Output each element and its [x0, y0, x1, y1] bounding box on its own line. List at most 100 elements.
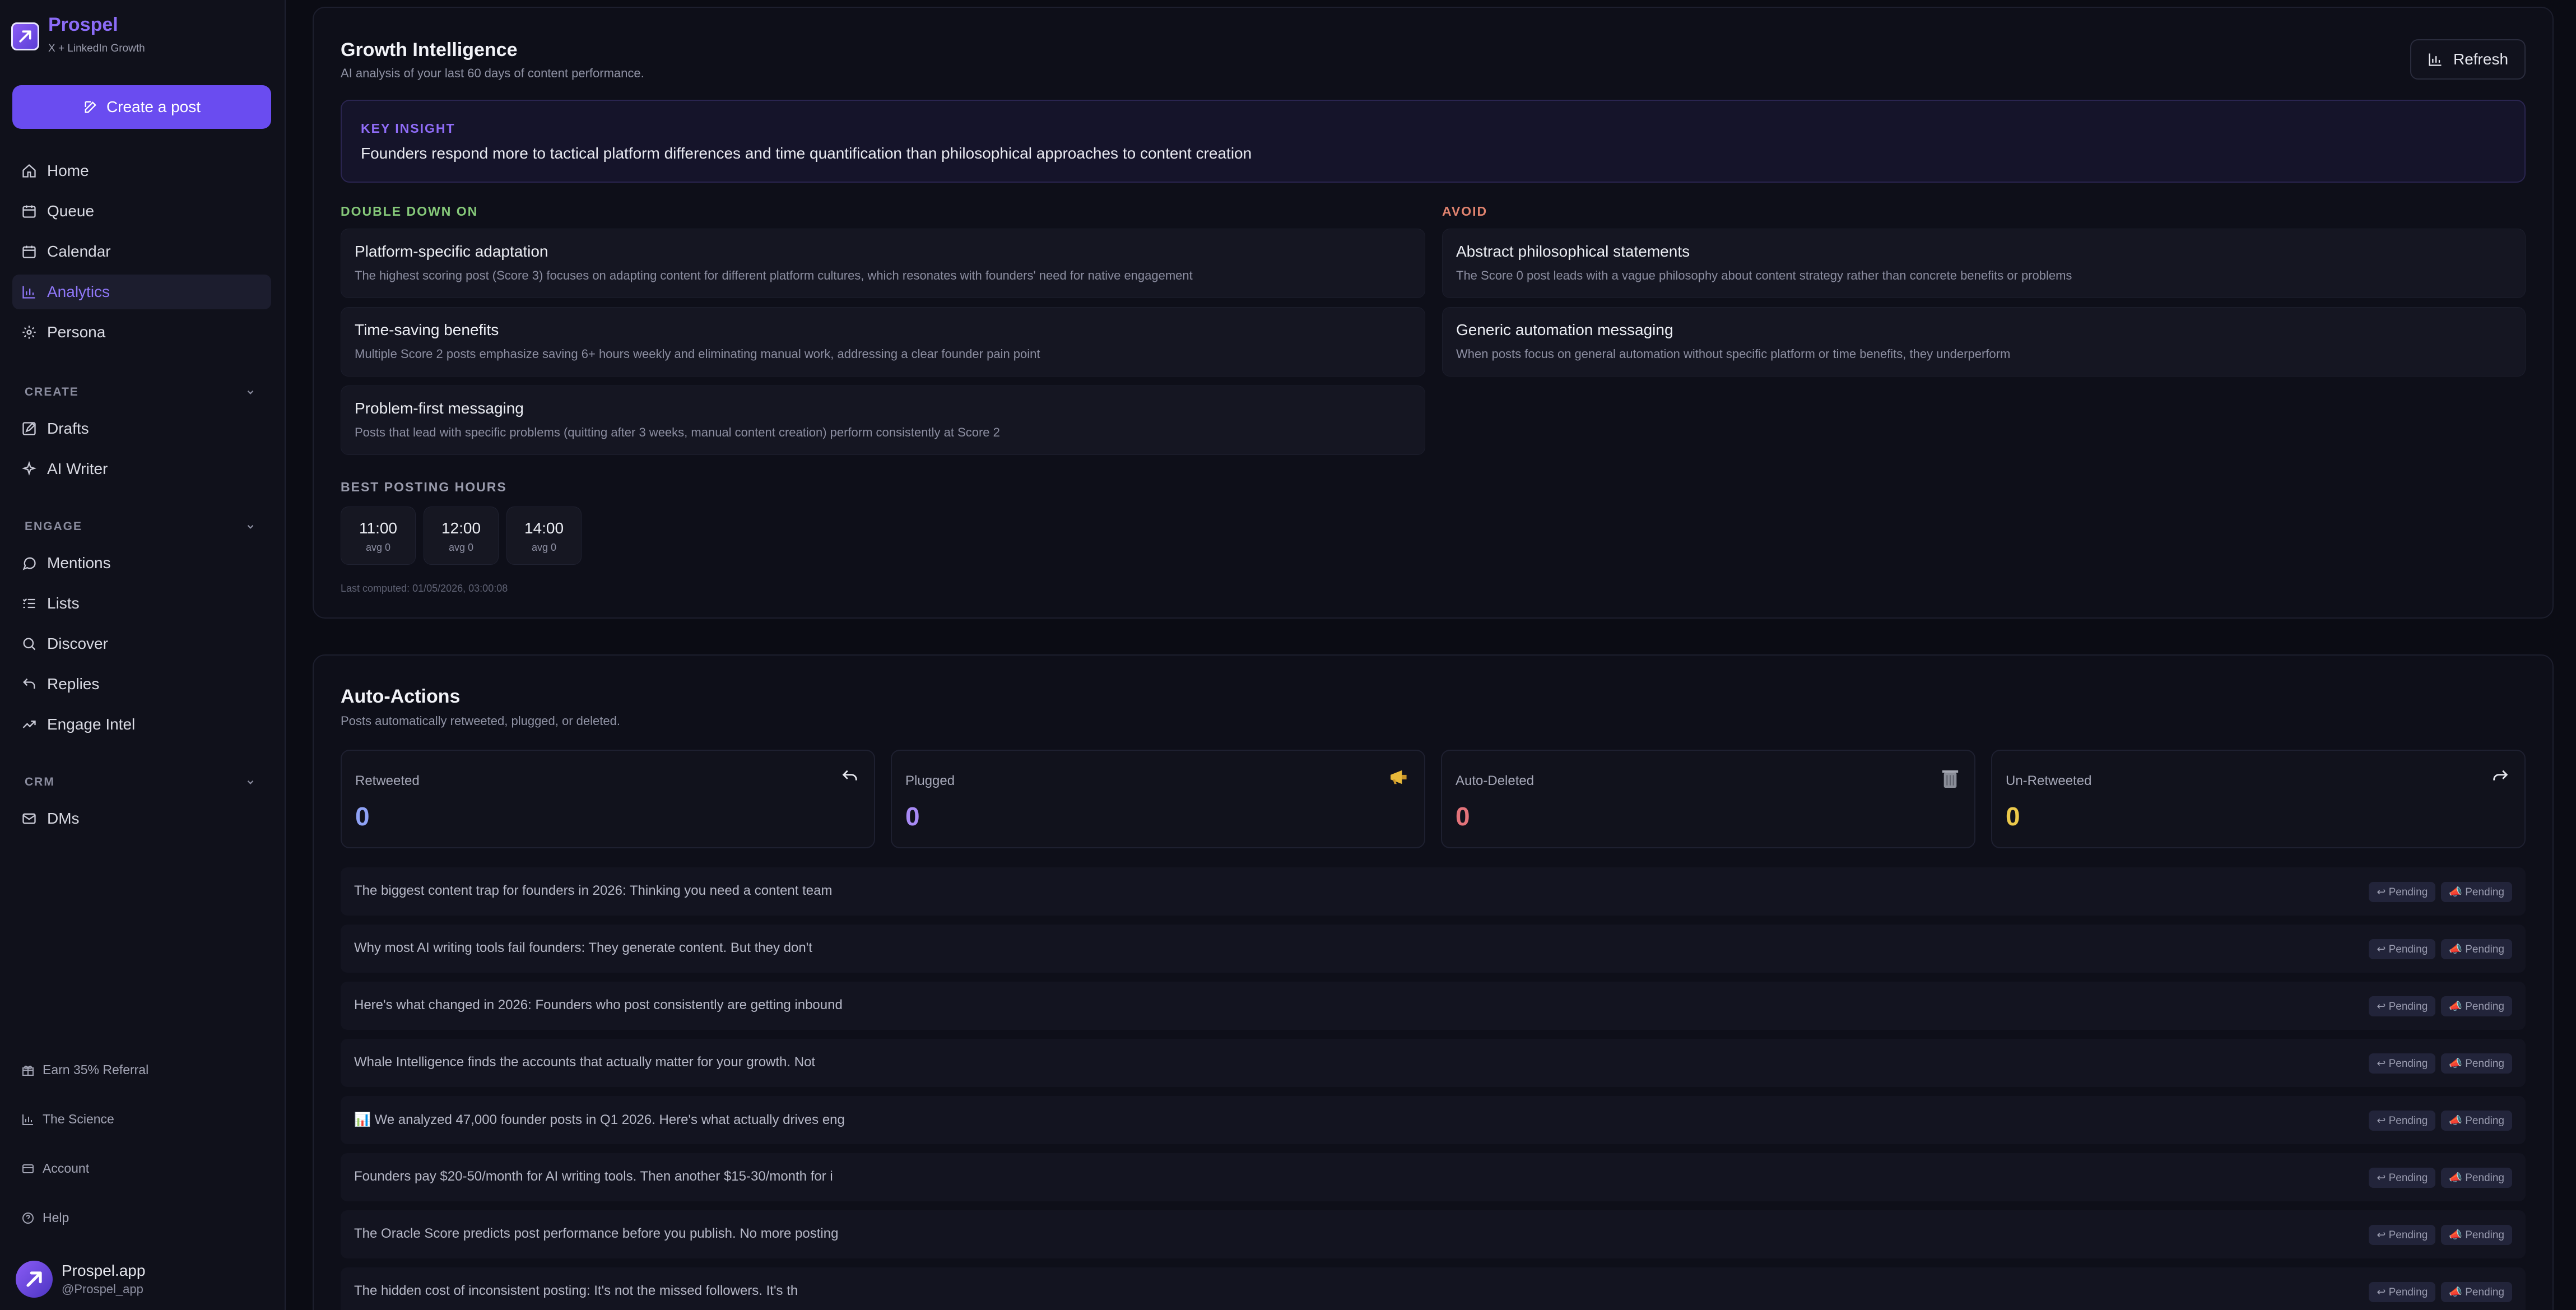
nav-item-analytics[interactable]: Analytics [12, 275, 271, 309]
item-desc: Multiple Score 2 posts emphasize saving … [355, 347, 1040, 361]
nav-item-dms[interactable]: DMs [12, 801, 271, 836]
footer-label: The Science [43, 1112, 114, 1126]
footer-label: Account [43, 1161, 90, 1176]
create-section: CREATE Drafts AI Writer [12, 381, 271, 492]
footer-label: Help [43, 1210, 69, 1225]
retweet-status-badge: ↩ Pending [2369, 1282, 2436, 1302]
nav-label: Lists [47, 594, 80, 612]
gift-icon [22, 1065, 34, 1076]
create-post-button[interactable]: Create a post [12, 85, 271, 129]
nav-item-calendar[interactable]: Calendar [12, 234, 271, 269]
main-nav: Home Queue Calendar Analytics Persona [12, 154, 271, 355]
post-text: The biggest content trap for founders in… [354, 883, 833, 898]
sparkle-icon [21, 461, 37, 476]
avatar [16, 1261, 53, 1298]
calendar-icon [22, 205, 36, 218]
plug-status-badge: 📣 Pending [2441, 1282, 2512, 1302]
post-text: Why most AI writing tools fail founders:… [354, 940, 812, 955]
plug-status-badge: 📣 Pending [2441, 1225, 2512, 1245]
nav-item-replies[interactable]: Replies [12, 667, 271, 702]
nav-item-mentions[interactable]: Mentions [12, 546, 271, 580]
auto-actions-card: Auto-Actions Posts automatically retweet… [313, 654, 2554, 1310]
chevron-down-icon [247, 780, 254, 784]
post-row[interactable]: The hidden cost of inconsistent posting:… [341, 1267, 2526, 1310]
hour-avg: avg 0 [365, 542, 391, 553]
user-handle: @Prospel_app [62, 1282, 143, 1296]
section-title: CREATE [25, 385, 79, 398]
nav-item-engage-intel[interactable]: Engage Intel [12, 707, 271, 742]
post-row[interactable]: Why most AI writing tools fail founders:… [341, 925, 2526, 973]
retweet-status-badge: ↩ Pending [2369, 1111, 2436, 1131]
plug-status-badge: 📣 Pending [2441, 1053, 2512, 1074]
nav-label: Analytics [47, 283, 110, 300]
post-text: Founders pay $20-50/month for AI writing… [354, 1169, 833, 1184]
item-desc: The highest scoring post (Score 3) focus… [355, 268, 1193, 282]
nav-item-persona[interactable]: Persona [12, 315, 271, 350]
nav-item-queue[interactable]: Queue [12, 194, 271, 229]
double-down-label: DOUBLE DOWN ON [341, 204, 478, 219]
growth-intelligence-card: Growth Intelligence AI analysis of your … [313, 7, 2554, 619]
nav-label: Drafts [47, 420, 89, 437]
undo-retweet-icon [2493, 770, 2508, 781]
post-text: 📊 We analyzed 47,000 founder posts in Q1… [354, 1112, 845, 1127]
card-subtitle: AI analysis of your last 60 days of cont… [341, 66, 644, 80]
stat-auto-deleted: Auto-Deleted 0 [1441, 750, 1975, 848]
nav-item-drafts[interactable]: Drafts [12, 411, 271, 446]
stat-value: 0 [2006, 802, 2020, 831]
avoid-item: Abstract philosophical statements The Sc… [1442, 229, 2526, 298]
section-header-engage[interactable]: ENGAGE [12, 515, 271, 538]
hour-avg: avg 0 [531, 542, 557, 553]
post-row[interactable]: 📊 We analyzed 47,000 founder posts in Q1… [341, 1096, 2526, 1144]
item-title: Problem-first messaging [355, 399, 524, 417]
stat-value: 0 [355, 802, 370, 831]
insight-label: KEY INSIGHT [361, 121, 455, 136]
nav-label: AI Writer [47, 460, 108, 477]
nav-item-ai-writer[interactable]: AI Writer [12, 452, 271, 486]
calendar-icon [22, 245, 36, 258]
home-icon [22, 164, 36, 178]
stat-label: Plugged [905, 773, 955, 788]
brand[interactable]: Prospel X + LinkedIn Growth [11, 12, 145, 55]
footer-item-account[interactable]: Account [21, 1161, 89, 1176]
section-header-crm[interactable]: CRM [12, 771, 271, 793]
help-circle-icon [22, 1212, 34, 1224]
nav-item-home[interactable]: Home [12, 154, 271, 188]
retweet-icon [842, 770, 857, 781]
avoid-item: Generic automation messaging When posts … [1442, 307, 2526, 377]
nav-label: Replies [47, 675, 100, 693]
section-header-create[interactable]: CREATE [12, 381, 271, 403]
user-name: Prospel.app [62, 1262, 146, 1279]
logo-icon [11, 22, 39, 50]
brand-name: Prospel [48, 14, 118, 35]
nav-label: Persona [47, 323, 106, 341]
best-hour-chip: 14:00 avg 0 [506, 507, 582, 565]
footer-item-science[interactable]: The Science [21, 1112, 114, 1127]
key-insight-box: KEY INSIGHT Founders respond more to tac… [341, 100, 2526, 183]
plug-status-badge: 📣 Pending [2441, 1168, 2512, 1188]
list-icon [22, 598, 35, 608]
hour-time: 11:00 [359, 519, 397, 537]
user-profile[interactable]: Prospel.app @Prospel_app [16, 1261, 145, 1298]
item-desc: The Score 0 post leads with a vague phil… [1456, 268, 2072, 282]
stat-value: 0 [1456, 802, 1470, 831]
nav-item-discover[interactable]: Discover [12, 626, 271, 661]
refresh-button[interactable]: Refresh [2410, 39, 2526, 80]
engage-section: ENGAGE Mentions Lists Discover Replies E… [12, 515, 271, 747]
post-row[interactable]: Whale Intelligence finds the accounts th… [341, 1039, 2526, 1087]
stat-value: 0 [905, 802, 920, 831]
best-hours-label: BEST POSTING HOURS [341, 480, 507, 494]
nav-item-lists[interactable]: Lists [12, 586, 271, 621]
post-row[interactable]: The biggest content trap for founders in… [341, 867, 2526, 916]
footer-item-help[interactable]: Help [21, 1210, 69, 1225]
crm-section: CRM DMs [12, 771, 271, 842]
sidebar: Prospel X + LinkedIn Growth Create a pos… [0, 0, 286, 1310]
footer-item-referral[interactable]: Earn 35% Referral [21, 1062, 148, 1077]
item-title: Abstract philosophical statements [1456, 243, 1690, 260]
section-title: CRM [25, 775, 55, 788]
nav-label: Queue [47, 202, 95, 220]
post-row[interactable]: The Oracle Score predicts post performan… [341, 1210, 2526, 1258]
post-row[interactable]: Here's what changed in 2026: Founders wh… [341, 982, 2526, 1030]
post-row[interactable]: Founders pay $20-50/month for AI writing… [341, 1153, 2526, 1201]
search-icon [23, 638, 36, 651]
nav-label: DMs [47, 810, 80, 827]
